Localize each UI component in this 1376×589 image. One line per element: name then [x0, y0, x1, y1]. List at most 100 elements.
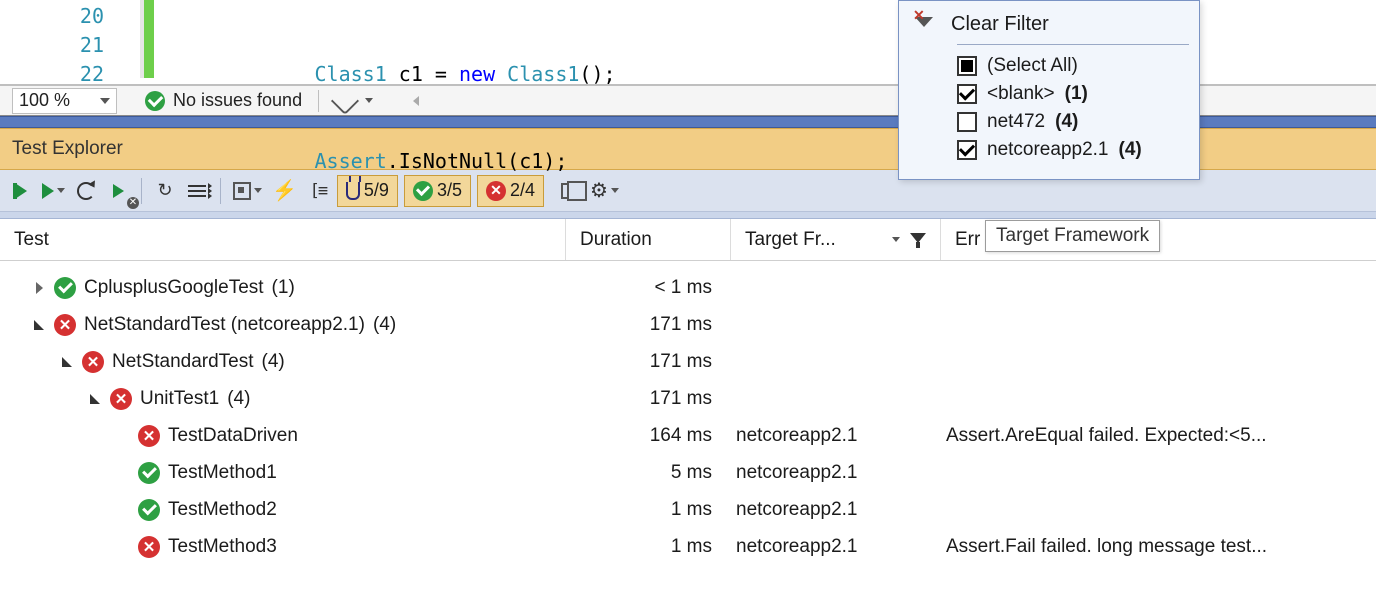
chevron-down-icon — [892, 237, 900, 242]
test-row[interactable]: TestMethod2 1 msnetcoreapp2.1 — [0, 491, 1376, 528]
duration-cell: 1 ms — [565, 536, 730, 558]
settings-button[interactable]: ⚙ — [588, 177, 621, 205]
filter-option-count: (4) — [1119, 139, 1142, 161]
target-framework-cell: netcoreapp2.1 — [730, 536, 940, 558]
swap-icon: ↻ — [157, 180, 172, 201]
run-all-button[interactable] — [8, 177, 34, 205]
code-line[interactable]: Class1 c1 = new Class1(); — [170, 60, 616, 89]
group-by-button[interactable]: [≡ — [305, 177, 331, 205]
test-row[interactable]: ✕NetStandardTest (netcoreapp2.1) (4)171 … — [0, 306, 1376, 343]
test-row[interactable]: CplusplusGoogleTest (1)< 1 ms — [0, 269, 1376, 306]
tooltip: Target Framework — [985, 220, 1160, 252]
target-framework-cell: netcoreapp2.1 — [730, 462, 940, 484]
clear-filter-label[interactable]: Clear Filter — [951, 13, 1049, 36]
chevron-down-icon — [34, 320, 44, 330]
fail-icon: ✕ — [82, 351, 104, 373]
duration-cell: 5 ms — [565, 462, 730, 484]
pass-icon — [138, 462, 160, 484]
refresh-icon — [77, 182, 95, 200]
list-icon — [188, 185, 206, 197]
fail-icon: ✕ — [138, 425, 160, 447]
test-name: TestDataDriven — [168, 425, 298, 447]
test-row[interactable]: ✕UnitTest1 (4)171 ms — [0, 380, 1376, 417]
clear-filter-icon[interactable] — [915, 17, 933, 33]
run-till-failure-button[interactable]: ⚡ — [270, 177, 299, 205]
duration-cell: < 1 ms — [565, 277, 730, 299]
filter-option-count: (1) — [1065, 83, 1088, 105]
playlist-button[interactable] — [231, 177, 264, 205]
repeat-last-run-button[interactable] — [73, 177, 99, 205]
play-all-icon — [15, 183, 27, 199]
filter-option-label: (Select All) — [987, 55, 1078, 77]
test-count: (4) — [262, 351, 285, 373]
fail-icon: ✕ — [54, 314, 76, 336]
filter-option-label: netcoreapp2.1 — [987, 139, 1109, 161]
checkbox[interactable] — [957, 112, 977, 132]
checkbox[interactable] — [957, 140, 977, 160]
windows-icon — [561, 183, 577, 199]
hierarchy-icon: [≡ — [310, 181, 326, 201]
expander[interactable] — [60, 357, 74, 367]
filter-option[interactable]: (Select All) — [957, 55, 1189, 77]
zoom-combo[interactable]: 100 % — [12, 88, 117, 114]
windows-button[interactable] — [556, 177, 582, 205]
filter-option[interactable]: <blank> (1) — [957, 83, 1189, 105]
change-marker-gutter — [130, 0, 170, 84]
panel-title: Test Explorer — [12, 138, 123, 160]
test-name: UnitTest1 — [140, 388, 219, 410]
zoom-value: 100 % — [19, 90, 70, 111]
separator — [141, 178, 142, 204]
line-number: 20 — [0, 2, 104, 31]
test-row[interactable]: ✕ NetStandardTest (4) 171 ms — [0, 343, 1376, 380]
test-tree[interactable]: CplusplusGoogleTest (1)< 1 ms ✕ NetStandar… — [0, 261, 1376, 565]
fail-icon: ✕ — [138, 536, 160, 558]
run-failed-button[interactable]: ✕ — [105, 177, 131, 205]
filter-option[interactable]: net472 (4) — [957, 111, 1189, 133]
error-cell: Assert.AreEqual failed. Expected:<5... — [940, 425, 1376, 447]
column-label: Target Fr... — [745, 229, 836, 251]
filter-option-count: (4) — [1055, 111, 1078, 133]
filter-icon[interactable] — [910, 233, 926, 247]
lightning-icon: ⚡ — [272, 178, 297, 203]
target-framework-cell: netcoreapp2.1 — [730, 499, 940, 521]
test-row[interactable]: ✕TestDataDriven164 msnetcoreapp2.1Assert… — [0, 417, 1376, 454]
duration-cell: 1 ms — [565, 499, 730, 521]
chevron-right-icon — [36, 282, 43, 294]
gear-icon: ⚙ — [590, 178, 608, 203]
column-header-target-framework[interactable]: Target Fr... — [730, 219, 940, 260]
test-count: (4) — [373, 314, 396, 336]
column-label: Err — [955, 229, 980, 251]
filter-option-label: <blank> — [987, 83, 1055, 105]
test-name: TestMethod2 — [168, 499, 277, 521]
duration-cell: 171 ms — [565, 388, 730, 410]
duration-cell: 171 ms — [565, 351, 730, 373]
filter-option[interactable]: netcoreapp2.1 (4) — [957, 139, 1189, 161]
test-row[interactable]: TestMethod1 5 msnetcoreapp2.1 — [0, 454, 1376, 491]
chevron-down-icon — [100, 98, 110, 104]
expander[interactable] — [32, 282, 46, 294]
line-number-gutter: 20 21 22 — [0, 0, 130, 84]
toggle-view-button[interactable]: ↻ — [152, 177, 178, 205]
checkbox[interactable] — [957, 84, 977, 104]
test-name: TestMethod1 — [168, 462, 277, 484]
expander[interactable] — [32, 320, 46, 330]
check-circle-icon — [145, 91, 165, 111]
run-button[interactable] — [40, 177, 67, 205]
pass-icon — [138, 499, 160, 521]
checkbox[interactable] — [957, 56, 977, 76]
duration-cell: 164 ms — [565, 425, 730, 447]
test-row[interactable]: ✕ TestMethod3 1 msnetcoreapp2.1Assert.Fail… — [0, 528, 1376, 565]
separator — [957, 44, 1189, 45]
expander[interactable] — [88, 394, 102, 404]
chevron-down-icon — [611, 188, 619, 193]
code-area[interactable]: Class1 c1 = new Class1(); Assert.IsNotNu… — [170, 0, 616, 84]
show-test-list-button[interactable] — [184, 177, 210, 205]
test-count: (4) — [227, 388, 250, 410]
test-name: TestMethod3 — [168, 536, 277, 558]
line-number: 22 — [0, 60, 104, 89]
test-name: NetStandardTest — [112, 351, 254, 373]
target-framework-filter-popup[interactable]: Clear Filter (Select All) <blank> (1) net4… — [898, 0, 1200, 180]
error-cell: Assert.Fail failed. long message test... — [940, 536, 1376, 558]
code-line[interactable]: Assert.IsNotNull(c1); — [170, 147, 616, 176]
test-name: NetStandardTest (netcoreapp2.1) — [84, 314, 365, 336]
